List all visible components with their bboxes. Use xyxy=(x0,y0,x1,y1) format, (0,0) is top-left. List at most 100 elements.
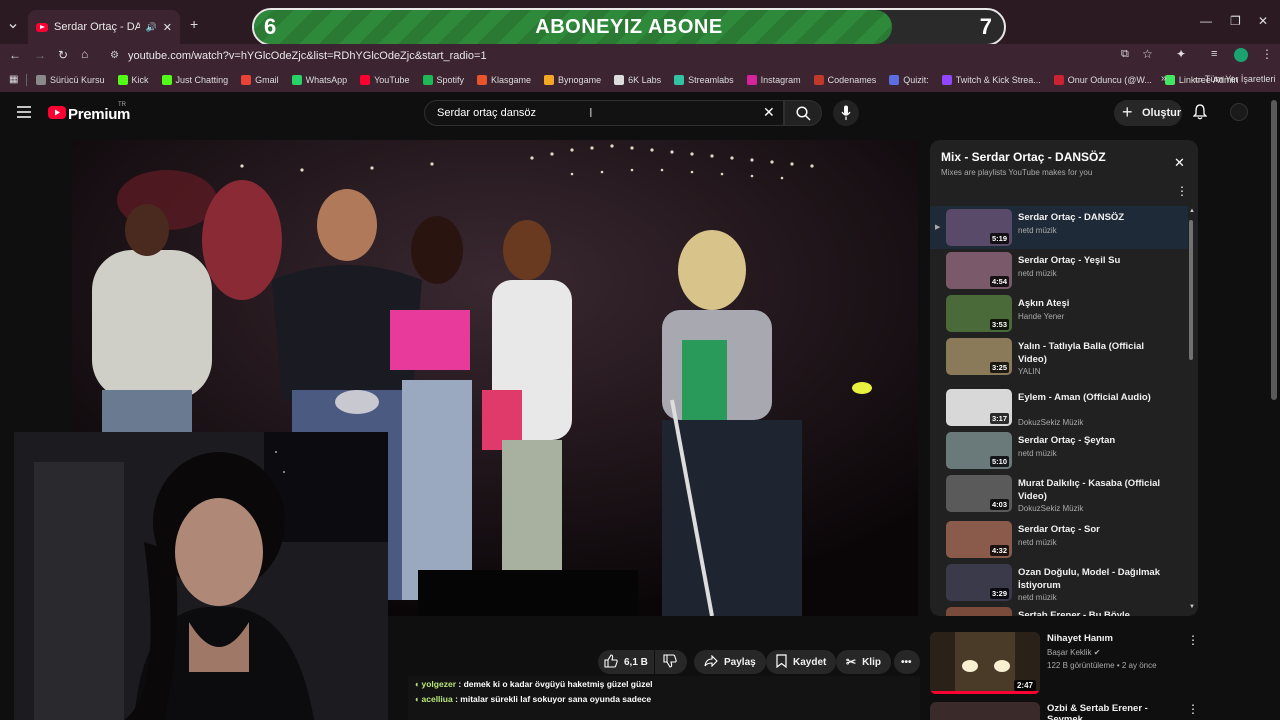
scroll-up-icon[interactable]: ▲ xyxy=(1189,208,1195,214)
search-input[interactable]: Serdar ortaç dansöz I ✕ xyxy=(424,100,784,126)
playlist-thumbnail[interactable]: 3:25 xyxy=(946,338,1012,375)
more-actions-button[interactable]: ••• xyxy=(894,650,920,674)
playlist-item-title: Sertab Erener - Bu Böyle xyxy=(1018,610,1130,616)
recommended-channel[interactable]: Başar Keklik ✔ xyxy=(1047,648,1100,657)
share-button[interactable]: Paylaş xyxy=(694,650,766,674)
recommended-menu-icon[interactable]: ⋮ xyxy=(1187,633,1199,647)
create-button[interactable]: + Oluştur xyxy=(1114,100,1182,126)
playlist-thumbnail[interactable]: 4:32 xyxy=(946,521,1012,558)
bookmark-item[interactable]: Sürücü Kursu xyxy=(36,75,105,85)
recommended-menu-icon[interactable]: ⋮ xyxy=(1187,702,1199,716)
close-playlist-icon[interactable]: ✕ xyxy=(1174,155,1185,171)
url-field[interactable]: ⚙ youtube.com/watch?v=hYGlcOdeZjc&list=R… xyxy=(106,46,1106,66)
bookmark-item[interactable]: Instagram xyxy=(746,75,801,85)
bookmark-item[interactable]: Onur Oduncu (@W... xyxy=(1053,75,1152,85)
bookmark-item[interactable]: Klasgame xyxy=(477,75,531,85)
bookmark-item[interactable]: Codenames xyxy=(813,75,876,85)
account-avatar[interactable] xyxy=(1230,103,1248,121)
playlist-thumbnail[interactable]: 3:29 xyxy=(946,564,1012,601)
mix-playlist-panel: Mix - Serdar Ortaç - DANSÖZ Mixes are pl… xyxy=(930,140,1198,616)
bookmark-item[interactable]: Kick xyxy=(117,75,149,85)
bookmark-item[interactable]: Streamlabs xyxy=(674,75,734,85)
bookmark-item[interactable]: Gmail xyxy=(241,75,279,85)
scroll-down-icon[interactable]: ▼ xyxy=(1189,604,1195,610)
voice-search-button[interactable] xyxy=(833,100,859,126)
forward-icon[interactable]: → xyxy=(34,48,46,62)
playlist-thumbnail[interactable]: 4:54 xyxy=(946,252,1012,289)
site-info-icon[interactable]: ⚙ xyxy=(110,50,119,61)
recommended-title[interactable]: Ozbi & Sertab Erener - Sevmek xyxy=(1047,703,1177,720)
bookmark-item[interactable]: Just Chatting xyxy=(161,75,228,85)
clear-search-icon[interactable]: ✕ xyxy=(763,104,775,121)
save-label: Kaydet xyxy=(793,656,827,668)
bookmark-item[interactable]: Spotify xyxy=(422,75,464,85)
bookmark-item[interactable]: Twitch & Kick Strea... xyxy=(941,75,1041,85)
clip-button[interactable]: ✂ Klip xyxy=(836,650,891,674)
bookmark-item[interactable]: YouTube xyxy=(360,75,410,85)
playlist-item[interactable]: 3:25 Yalın - Tatlıyla Balla (Official Vid… xyxy=(930,335,1188,378)
bookmark-item[interactable]: Bynogame xyxy=(544,75,601,85)
playlist-item[interactable]: Sertab Erener - Bu Böyle xyxy=(930,604,1188,616)
notifications-bell-icon[interactable] xyxy=(1192,104,1208,125)
youtube-logo-icon[interactable] xyxy=(48,106,66,119)
bookmark-list: Sürücü Kursu Kick Just Chatting Gmail WhatsA… xyxy=(36,75,1251,85)
playlist-item[interactable]: ▶ 5:19 Serdar Ortaç - DANSÖZ netd müzik xyxy=(930,206,1188,249)
bookmark-item[interactable]: WhatsApp xyxy=(291,75,347,85)
extensions-icon[interactable]: ✦ xyxy=(1176,47,1186,61)
recommended-thumbnail[interactable]: 2:47 xyxy=(930,632,1040,694)
minimize-icon[interactable]: — xyxy=(1200,14,1212,28)
playlist-title[interactable]: Mix - Serdar Ortaç - DANSÖZ xyxy=(941,150,1106,164)
media-control-icon[interactable]: ≡ xyxy=(1211,48,1217,60)
playlist-thumbnail[interactable]: 5:10 xyxy=(946,432,1012,469)
new-tab-icon[interactable]: + xyxy=(190,16,198,32)
playlist-item[interactable]: 4:03 Murat Dalkılıç - Kasaba (Official Vi… xyxy=(930,472,1188,515)
playlist-scrollbar[interactable]: ▲ ▼ xyxy=(1188,208,1196,616)
playlist-thumbnail[interactable] xyxy=(946,607,1012,616)
playlist-thumbnail[interactable]: 5:19 xyxy=(946,209,1012,246)
recommended-duration: 2:47 xyxy=(1013,680,1036,691)
playlist-thumbnail[interactable]: 4:03 xyxy=(946,475,1012,512)
playlist-item[interactable]: 3:29 Ozan Doğulu, Model - Dağılmak İstiyo… xyxy=(930,561,1188,604)
playlist-item[interactable]: 5:10 Serdar Ortaç - Şeytan netd müzik xyxy=(930,429,1188,472)
tab-list-chevron-icon[interactable] xyxy=(8,18,18,29)
browser-menu-icon[interactable]: ⋮ xyxy=(1261,47,1273,61)
like-button[interactable]: 6,1 B xyxy=(598,650,654,674)
profile-avatar[interactable] xyxy=(1234,48,1248,62)
save-button[interactable]: Kaydet xyxy=(766,650,837,674)
playlist-item[interactable]: 3:17 Eylem - Aman (Official Audio) DokuzSe… xyxy=(930,386,1188,429)
dislike-button[interactable] xyxy=(655,650,687,674)
playlist-item[interactable]: 3:53 Aşkın Ateşi Hande Yener xyxy=(930,292,1188,335)
bookmark-label: Quizit: xyxy=(903,75,929,85)
bookmark-item[interactable]: Quizit: xyxy=(889,75,929,85)
webcam-overlay xyxy=(14,432,388,720)
tab-close-icon[interactable]: ✕ xyxy=(163,21,172,34)
page-scrollbar[interactable] xyxy=(1270,100,1278,700)
page-scrollbar-thumb[interactable] xyxy=(1271,100,1277,400)
bookmark-label: YouTube xyxy=(374,75,410,85)
install-app-icon[interactable]: ⧉ xyxy=(1121,48,1129,61)
recommended-title[interactable]: Nihayet Hanım xyxy=(1047,633,1113,644)
bookmark-star-icon[interactable]: ☆ xyxy=(1142,47,1153,61)
playlist-scrollbar-thumb[interactable] xyxy=(1189,220,1193,360)
playlist-item[interactable]: 4:54 Serdar Ortaç - Yeşil Su netd müzik xyxy=(930,249,1188,292)
playlist-thumbnail[interactable]: 3:53 xyxy=(946,295,1012,332)
recommended-thumbnail[interactable] xyxy=(930,702,1040,720)
browser-tab-active[interactable]: Serdar Ortaç - DANSÖZ - YouTube 🔊 ✕ xyxy=(28,10,180,44)
playlist-thumbnail[interactable]: 3:17 xyxy=(946,389,1012,426)
playlist-item[interactable]: 4:32 Serdar Ortaç - Sor netd müzik xyxy=(930,518,1188,561)
maximize-icon[interactable]: ❐ xyxy=(1230,14,1241,28)
speaker-icon[interactable]: 🔊 xyxy=(146,22,157,33)
window-close-icon[interactable]: ✕ xyxy=(1258,14,1268,28)
playlist-menu-icon[interactable]: ⋮ xyxy=(1176,184,1188,198)
more-bookmarks-icon[interactable]: » xyxy=(1161,73,1167,84)
bookmark-item[interactable]: 6K Labs xyxy=(614,75,661,85)
bookmark-label: Kick xyxy=(131,75,149,85)
home-icon[interactable]: ⌂ xyxy=(81,47,88,61)
all-bookmarks[interactable]: ▭ Tüm Yer İşaretleri xyxy=(1194,74,1275,85)
youtube-premium-logo[interactable]: Premium xyxy=(68,106,130,123)
apps-grid-icon[interactable]: ▦ xyxy=(9,74,18,85)
hamburger-menu-icon[interactable] xyxy=(17,105,31,118)
reload-icon[interactable]: ↻ xyxy=(58,48,68,62)
back-icon[interactable]: ← xyxy=(9,48,21,62)
search-button[interactable] xyxy=(784,100,822,126)
